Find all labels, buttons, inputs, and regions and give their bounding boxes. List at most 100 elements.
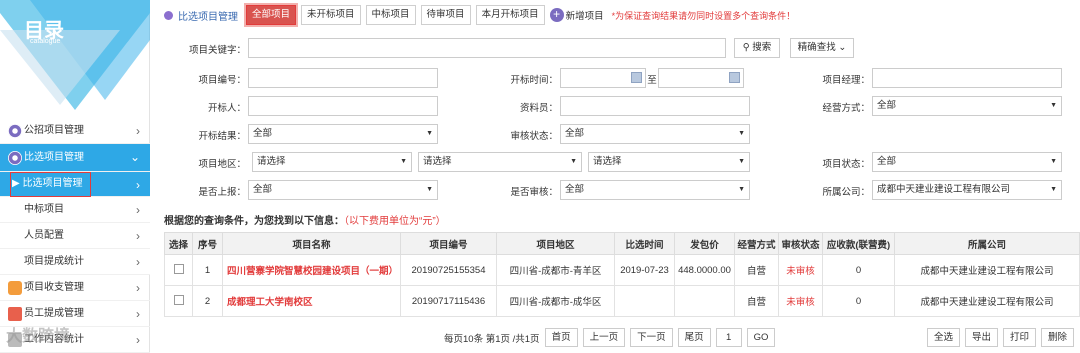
tab-won-projects[interactable]: 中标项目 xyxy=(365,5,416,25)
precise-search-label: 精确查找 xyxy=(797,42,836,53)
chevron-right-icon: › xyxy=(136,178,140,192)
last-page-button[interactable]: 尾页 xyxy=(677,328,711,347)
sidebar-item-compare-projects[interactable]: 比选项目管理 ⌄ xyxy=(0,144,150,172)
col-index: 序号 xyxy=(192,232,223,255)
project-name-link[interactable]: 四川营寨学院智慧校园建设项目（一期） xyxy=(222,254,401,286)
sidebar-item-public-projects[interactable]: 公招项目管理 › xyxy=(0,118,150,144)
row-checkbox-cell xyxy=(164,285,193,317)
staff-input[interactable] xyxy=(560,96,750,116)
manager-label: 项目经理： xyxy=(822,75,870,86)
row-index: 1 xyxy=(192,254,223,286)
warning-text: *为保证查询结果请勿同时设置多个查询条件！ xyxy=(611,10,796,21)
row-index: 2 xyxy=(192,285,223,317)
add-project-label: 新增项目 xyxy=(565,11,604,22)
sidebar-subitem-commission-stats[interactable]: 项目提成统计 › xyxy=(0,249,150,275)
project-fee: 0 xyxy=(822,254,895,286)
province-select[interactable]: 请选择 xyxy=(252,152,412,172)
select-all-button[interactable]: 全选 xyxy=(927,328,961,347)
table-row: 1 四川营寨学院智慧校园建设项目（一期） 20190725155354 四川省-… xyxy=(164,254,1080,286)
chevron-right-icon: › xyxy=(136,281,140,295)
clock-icon xyxy=(8,280,22,295)
col-fee: 应收款(联营费) xyxy=(822,232,895,255)
chevron-down-icon: ⌄ xyxy=(129,150,140,164)
add-project-button[interactable]: + 新增项目 xyxy=(549,8,604,22)
go-button[interactable]: GO xyxy=(746,328,776,347)
first-page-button[interactable]: 首页 xyxy=(544,328,578,347)
project-name-link[interactable]: 成都理工大学南校区 xyxy=(222,285,401,317)
col-company: 所属公司 xyxy=(894,232,1080,255)
calendar-icon xyxy=(729,72,740,83)
prev-page-button[interactable]: 上一页 xyxy=(582,328,626,347)
result-select[interactable]: 全部 xyxy=(248,124,438,144)
sidebar-subitem-staffing[interactable]: 人员配置 › xyxy=(0,223,150,249)
company-label: 所属公司： xyxy=(822,187,870,198)
row-checkbox[interactable] xyxy=(173,294,184,305)
col-mode: 经营方式 xyxy=(734,232,779,255)
page-info: 每页10条 第1页 /共1页 xyxy=(444,333,540,345)
mode-label: 经营方式： xyxy=(822,103,870,114)
code-input[interactable] xyxy=(248,68,438,88)
status-label: 项目状态： xyxy=(822,159,870,170)
delete-button[interactable]: 删除 xyxy=(1041,328,1075,347)
watermark: 大数跨境 xyxy=(6,328,71,345)
staff-label: 资料员： xyxy=(519,103,558,114)
company-select[interactable]: 成都中天建业建设工程有限公司 xyxy=(872,180,1062,200)
audit-select[interactable]: 全部 xyxy=(560,124,750,144)
sidebar-item-label: 项目提成统计 xyxy=(24,255,84,267)
sidebar-subitem-won-projects[interactable]: 中标项目 › xyxy=(0,197,150,223)
sidebar-menu: 公招项目管理 › 比选项目管理 ⌄ ▶ 比选项目管理 › 中标项目 › 人员配置 › 项目… xyxy=(0,118,150,353)
keyword-label: 项目关键字： xyxy=(188,45,246,56)
report-select[interactable]: 全部 xyxy=(248,180,438,200)
sidebar-item-income-expense[interactable]: 项目收支管理 › xyxy=(0,275,150,301)
next-page-button[interactable]: 下一页 xyxy=(630,328,673,347)
mode-value: 全部 xyxy=(877,100,897,111)
tab-this-month-projects[interactable]: 本月开标项目 xyxy=(475,5,545,25)
chevron-down-icon: ⌄ xyxy=(835,42,847,53)
sidebar: 目录 catalogue 公招项目管理 › 比选项目管理 ⌄ ▶ 比选项目管理 › 中… xyxy=(0,0,150,353)
project-status: 未审核 xyxy=(778,254,823,286)
search-button[interactable]: ⚲ 搜索 xyxy=(734,38,780,58)
tab-pending-projects[interactable]: 待审项目 xyxy=(420,5,471,25)
district-value: 请选择 xyxy=(593,156,622,167)
col-region: 项目地区 xyxy=(496,232,615,255)
selected-highlight-box xyxy=(10,172,91,197)
tab-unopened-projects[interactable]: 未开标项目 xyxy=(301,5,361,25)
approved-select[interactable]: 全部 xyxy=(560,180,750,200)
mode-select[interactable]: 全部 xyxy=(872,96,1062,116)
table-row: 2 成都理工大学南校区 20190717115436 四川省-成都市-成华区 自… xyxy=(164,285,1080,317)
row-checkbox[interactable] xyxy=(173,263,184,274)
project-time: 2019-07-23 xyxy=(614,254,675,286)
plus-icon: + xyxy=(549,8,564,22)
sidebar-item-label: 公招项目管理 xyxy=(24,124,84,136)
precise-search-button[interactable]: 精确查找 ⌄ xyxy=(790,38,854,58)
project-company: 成都中天建业建设工程有限公司 xyxy=(894,254,1080,286)
approved-value: 全部 xyxy=(565,184,585,195)
open-time-start-input[interactable] xyxy=(560,68,646,88)
opener-input[interactable] xyxy=(248,96,438,116)
print-button[interactable]: 打印 xyxy=(1003,328,1037,347)
project-code: 20190717115436 xyxy=(400,285,497,317)
unit-note: （以下费用单位为“元”） xyxy=(344,216,446,227)
manager-input[interactable] xyxy=(872,68,1062,88)
project-table: 选择 序号 项目名称 项目编号 项目地区 比选时间 发包价 经营方式 审核状态 … xyxy=(164,232,1080,317)
col-price: 发包价 xyxy=(674,232,735,255)
open-time-end-input[interactable] xyxy=(658,68,744,88)
col-name: 项目名称 xyxy=(222,232,401,255)
project-code: 20190725155354 xyxy=(400,254,497,286)
result-info: 根据您的查询条件，为您找到以下信息：（以下费用单位为“元”） xyxy=(164,212,446,227)
staff-icon xyxy=(8,306,22,321)
col-select: 选择 xyxy=(164,232,193,255)
project-company: 成都中天建业建设工程有限公司 xyxy=(894,285,1080,317)
keyword-input[interactable] xyxy=(248,38,726,58)
project-fee: 0 xyxy=(822,285,895,317)
city-value: 请选择 xyxy=(423,156,452,167)
page-number-input[interactable]: 1 xyxy=(715,328,742,347)
status-select[interactable]: 全部 xyxy=(872,152,1062,172)
toolbar: 比选项目管理 全部项目 未开标项目 中标项目 待审项目 本月开标项目 + 新增项目… xyxy=(158,3,795,27)
tab-all-projects[interactable]: 全部项目 xyxy=(246,5,297,25)
export-button[interactable]: 导出 xyxy=(965,328,999,347)
result-label: 开标结果： xyxy=(198,131,246,142)
district-select[interactable]: 请选择 xyxy=(588,152,750,172)
city-select[interactable]: 请选择 xyxy=(418,152,582,172)
chevron-right-icon: › xyxy=(136,307,140,321)
